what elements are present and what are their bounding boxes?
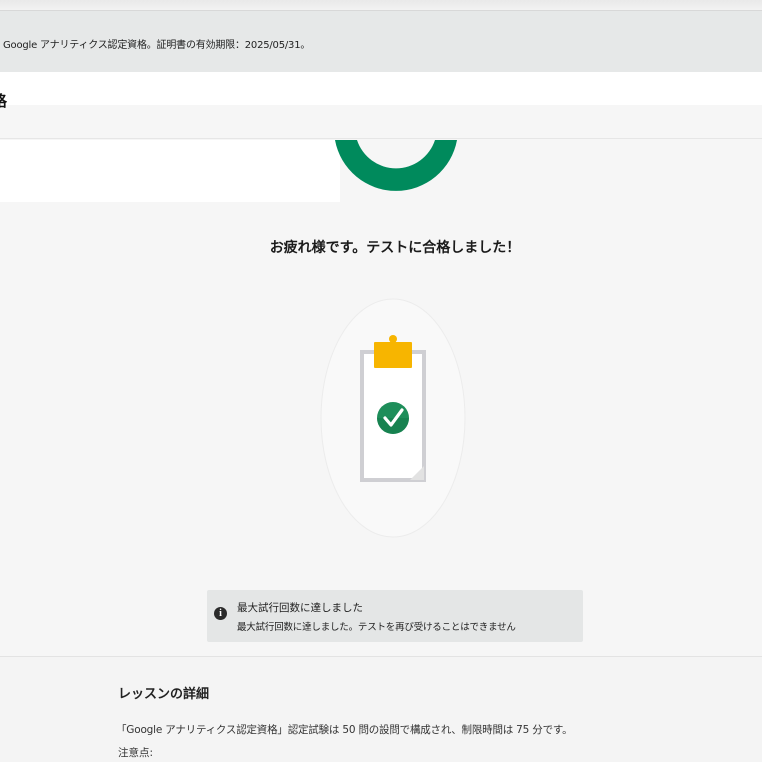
course-title-bar — [0, 105, 762, 139]
info-icon: i — [214, 607, 227, 620]
certification-result-page: Google アナリティクス認定資格。証明書の有効期限：2025/05/31。 … — [0, 0, 762, 762]
alert-message: 最大試行回数に達しました。テストを再び受けることはできません — [237, 622, 516, 633]
clipboard-clip-hole — [389, 335, 397, 343]
clipboard-clip — [374, 342, 412, 368]
lesson-details-description: 「Google アナリティクス認定資格」認定試験は 50 問の設問で構成され、制… — [116, 724, 573, 736]
alert-title: 最大試行回数に達しました — [237, 602, 363, 614]
lesson-details-section — [0, 656, 762, 762]
clipboard-check-icon — [320, 298, 466, 538]
course-title: 格 — [0, 90, 7, 111]
score-ring — [335, 140, 457, 191]
lesson-details-heading: レッスンの詳細 — [118, 687, 210, 702]
side-panel — [0, 140, 340, 202]
certificate-notice-text: Google アナリティクス認定資格。証明書の有効期限：2025/05/31。 — [3, 40, 311, 51]
notes-label: 注意点: — [118, 747, 154, 759]
pass-message: お疲れ様です。テストに合格しました！ — [269, 240, 521, 256]
score-ring-arc — [335, 140, 457, 191]
max-attempts-alert — [207, 590, 583, 642]
top-divider — [0, 0, 762, 10]
header-strip — [0, 72, 762, 105]
